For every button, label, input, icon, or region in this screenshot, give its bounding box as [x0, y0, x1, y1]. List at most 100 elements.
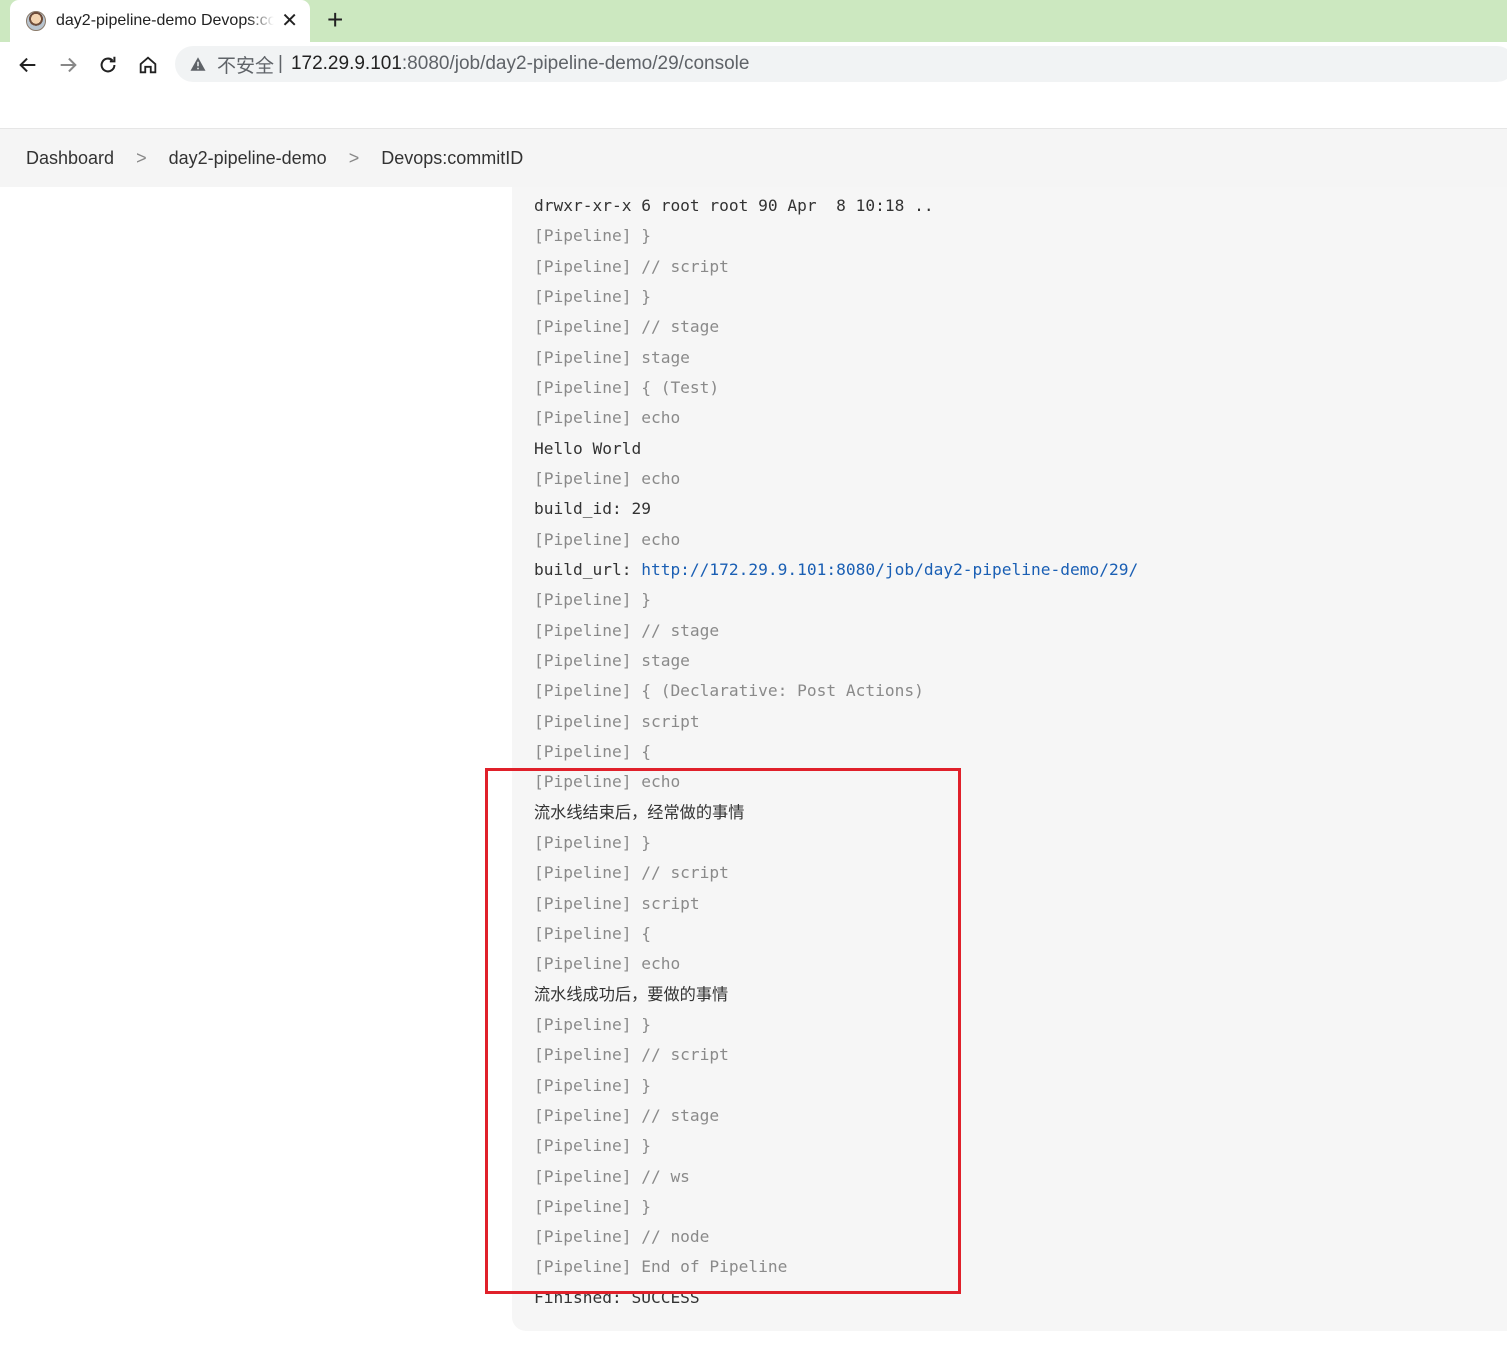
build-url-link[interactable]: http://172.29.9.101:8080/job/day2-pipeli…: [641, 560, 1138, 579]
console-line: [Pipeline] // script: [534, 858, 1138, 888]
console-line: [Pipeline] script: [534, 707, 1138, 737]
pipeline-step-text: [Pipeline] // stage: [534, 620, 720, 640]
pipeline-step-text: [Pipeline] stage: [534, 347, 690, 367]
pipeline-step-text: [Pipeline] echo: [534, 408, 681, 428]
pipeline-step-text: [Pipeline] stage: [534, 650, 690, 670]
console-line: [Pipeline] script: [534, 889, 1138, 919]
console-line: [Pipeline] // stage: [534, 1101, 1138, 1131]
new-tab-button[interactable]: +: [327, 4, 343, 36]
console-line: build_id: 29: [534, 494, 1138, 524]
pipeline-step-text: [Pipeline] // node: [534, 1227, 710, 1247]
jenkins-header: [0, 88, 1507, 129]
console-line: [Pipeline] }: [534, 1192, 1138, 1222]
pipeline-step-text: [Pipeline] }: [534, 1196, 651, 1216]
pipeline-step-text: [Pipeline] }: [534, 1136, 651, 1156]
console-line: Hello World: [534, 434, 1138, 464]
console-line: [Pipeline] stage: [534, 343, 1138, 373]
console-line: [Pipeline] // script: [534, 252, 1138, 282]
close-tab-icon[interactable]: ✕: [281, 8, 298, 33]
address-separator: |: [278, 53, 283, 74]
pipeline-step-text: [Pipeline] }: [534, 1014, 651, 1034]
console-line: [Pipeline] echo: [534, 464, 1138, 494]
console-output-text: drwxr-xr-x 6 root root 90 Apr 8 10:18 ..: [534, 196, 934, 215]
forward-button[interactable]: [53, 50, 83, 80]
breadcrumb-build[interactable]: Devops:commitID: [381, 148, 523, 169]
console-line: [Pipeline] echo: [534, 403, 1138, 433]
home-button[interactable]: [133, 50, 163, 80]
console-line: [Pipeline] End of Pipeline: [534, 1252, 1138, 1282]
console-line: [Pipeline] // script: [534, 1040, 1138, 1070]
pipeline-step-text: [Pipeline] // ws: [534, 1166, 690, 1186]
reload-icon: [100, 56, 116, 73]
pipeline-step-text: [Pipeline] }: [534, 1075, 651, 1095]
console-output-text: Hello World: [534, 438, 642, 458]
back-button[interactable]: [13, 50, 43, 80]
breadcrumb-dashboard[interactable]: Dashboard: [26, 148, 114, 169]
breadcrumb-job[interactable]: day2-pipeline-demo: [169, 148, 327, 169]
console-line: [Pipeline] // stage: [534, 616, 1138, 646]
arrow-left-icon: [19, 57, 36, 73]
pipeline-step-text: [Pipeline] { (Test): [534, 377, 720, 397]
pipeline-step-text: [Pipeline] { (Declarative: Post Actions): [534, 681, 924, 701]
breadcrumb: Dashboard > day2-pipeline-demo > Devops:…: [0, 129, 1507, 187]
console-output: drwxr-xr-x 6 root root 90 Apr 8 10:18 ..…: [512, 187, 1507, 1331]
pipeline-step-text: [Pipeline] echo: [534, 468, 681, 488]
console-line: Finished: SUCCESS: [534, 1283, 1138, 1313]
console-line: [Pipeline] echo: [534, 767, 1138, 797]
pipeline-step-text: [Pipeline] // script: [534, 256, 729, 276]
pipeline-step-text: [Pipeline] // stage: [534, 1105, 720, 1125]
browser-tab[interactable]: day2-pipeline-demo Devops:commitID ✕: [10, 0, 310, 42]
jenkins-favicon-icon: [26, 11, 46, 31]
console-line: [Pipeline] }: [534, 282, 1138, 312]
console-line: build_url: http://172.29.9.101:8080/job/…: [534, 555, 1138, 585]
reload-button[interactable]: [93, 50, 123, 80]
pipeline-step-text: [Pipeline] echo: [534, 772, 681, 792]
console-output-text: build_id: 29: [534, 499, 651, 519]
pipeline-step-text: [Pipeline] // script: [534, 863, 729, 883]
browser-toolbar: 不安全 | 172.29.9.101:8080/job/day2-pipelin…: [0, 42, 1507, 88]
console-line: [Pipeline] { (Test): [534, 373, 1138, 403]
pipeline-step-text: [Pipeline] // script: [534, 1045, 729, 1065]
console-line: [Pipeline] {: [534, 919, 1138, 949]
url-path: :8080/job/day2-pipeline-demo/29/console: [401, 53, 750, 74]
console-line: 流水线成功后，要做的事情: [534, 980, 1138, 1010]
pipeline-step-text: [Pipeline] echo: [534, 954, 681, 974]
console-line: [Pipeline] { (Declarative: Post Actions): [534, 676, 1138, 706]
address-bar[interactable]: 不安全 | 172.29.9.101:8080/job/day2-pipelin…: [175, 46, 1507, 82]
console-line: [Pipeline] }: [534, 585, 1138, 615]
pipeline-step-text: [Pipeline] echo: [534, 529, 681, 549]
console-line: [Pipeline] }: [534, 828, 1138, 858]
pipeline-step-text: [Pipeline] script: [534, 711, 700, 731]
tab-strip: day2-pipeline-demo Devops:commitID ✕ +: [0, 0, 1507, 42]
console-line: 流水线结束后，经常做的事情: [534, 798, 1138, 828]
pipeline-step-text: [Pipeline] }: [534, 590, 651, 610]
console-line: [Pipeline] }: [534, 1010, 1138, 1040]
console-line: [Pipeline] stage: [534, 646, 1138, 676]
console-line: [Pipeline] }: [534, 1071, 1138, 1101]
console-line: [Pipeline] echo: [534, 525, 1138, 555]
warning-icon: [190, 57, 206, 71]
chevron-right-icon: >: [348, 147, 360, 168]
pipeline-step-text: [Pipeline] {: [534, 923, 651, 943]
pipeline-step-text: [Pipeline] }: [534, 226, 651, 246]
pipeline-step-text: [Pipeline] {: [534, 741, 651, 761]
console-line: [Pipeline] }: [534, 1131, 1138, 1161]
console-line: [Pipeline] }: [534, 221, 1138, 251]
console-line-prefix: build_url:: [534, 559, 642, 579]
pipeline-step-text: [Pipeline] // stage: [534, 317, 720, 337]
pipeline-step-text: [Pipeline] }: [534, 286, 651, 306]
tab-title: day2-pipeline-demo Devops:commitID: [56, 12, 274, 29]
console-output-text: 流水线成功后，要做的事情: [534, 984, 729, 1004]
chevron-right-icon: >: [136, 147, 147, 168]
insecure-label: 不安全: [217, 55, 275, 77]
console-line: [Pipeline] // stage: [534, 312, 1138, 342]
console-line: [Pipeline] // node: [534, 1222, 1138, 1252]
pipeline-step-text: [Pipeline] End of Pipeline: [534, 1257, 788, 1277]
console-line: [Pipeline] {: [534, 737, 1138, 767]
home-icon: [139, 56, 157, 74]
console-output-text: 流水线结束后，经常做的事情: [534, 802, 745, 822]
pipeline-step-text: [Pipeline] }: [534, 832, 651, 852]
arrow-right-icon: [60, 57, 77, 73]
console-lines: drwxr-xr-x 6 root root 90 Apr 8 10:18 ..…: [534, 191, 1138, 1313]
url-host: 172.29.9.101: [290, 53, 402, 74]
